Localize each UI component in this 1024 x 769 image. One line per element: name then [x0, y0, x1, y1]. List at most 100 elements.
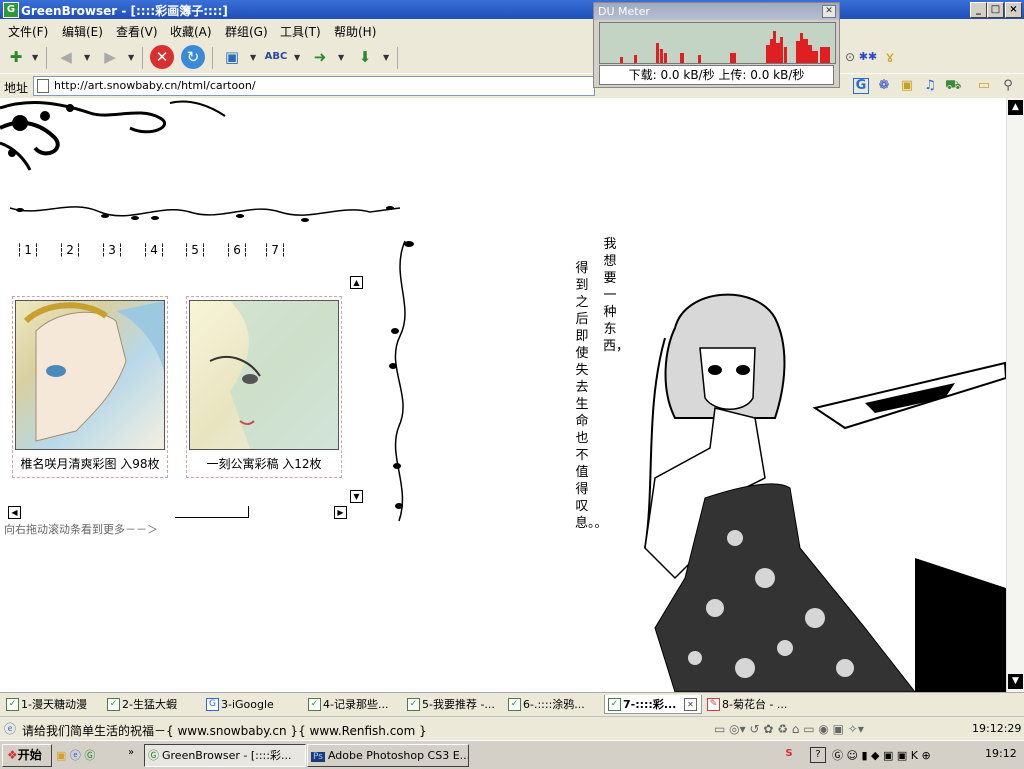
page-link-1[interactable]: ┆1┆ [16, 243, 41, 257]
go-icon[interactable]: ➜ [308, 45, 332, 69]
traffic-graph [620, 31, 830, 63]
minimize-button[interactable]: _ [970, 2, 987, 18]
new-tab-dropdown-icon[interactable]: ▼ [32, 53, 38, 62]
status-time: 19:12:29 [972, 722, 1022, 735]
cat-icon[interactable]: ɤ [878, 45, 902, 69]
tab-4[interactable]: ✓ 4-记录那些... [305, 695, 403, 714]
frame-scroll-up-button[interactable]: ▲ [350, 276, 363, 289]
tab-7-active[interactable]: ✓ 7-::::彩... ✕ [604, 695, 702, 714]
tab-bar: ✓ 1-漫天糖动漫 ✓ 2-生猛大蝦 G 3-iGoogle ✓ 4-记录那些... ✓… [0, 692, 1024, 717]
menu-view[interactable]: 查看(V) [116, 23, 158, 40]
windows-taskbar: ❖开始 ▣ ⓔ Ⓖ » Ⓖ GreenBrowser - [::::彩... Ps… [0, 740, 1024, 769]
page-link-6[interactable]: ┆6┆ [225, 243, 250, 257]
thumbnail-image-2[interactable] [189, 300, 339, 450]
scroll-hint-text: 向右拖动滚动条看到更多－－＞ [4, 523, 158, 536]
folder-quicklaunch-icon[interactable]: ▣ [56, 749, 66, 762]
frame-horizontal-scrollbar-thumb[interactable] [175, 506, 249, 518]
greenbrowser-quicklaunch-icon[interactable]: Ⓖ [84, 749, 95, 762]
vertical-scrollbar[interactable]: ▲ ▼ [1006, 98, 1024, 692]
address-url[interactable]: http://art.snowbaby.cn/html/cartoon/ [54, 79, 256, 92]
restore-button[interactable]: □ [987, 2, 1004, 18]
quick-launch-expand-icon[interactable]: » [128, 747, 134, 758]
stop-icon[interactable]: ✕ [150, 45, 174, 69]
menu-edit[interactable]: 编辑(E) [62, 23, 103, 40]
gallery-thumbnail-2[interactable]: 一刻公寓彩稿 入12枚 [186, 296, 342, 478]
du-meter-window[interactable]: DU Meter ✕ 下载: 0.0 kB/秒 上传: 0.0 kB/秒 [593, 2, 840, 88]
du-meter-graph [599, 22, 836, 64]
thumbnail-caption-1[interactable]: 椎名咲月清爽彩图 入98枚 [13, 455, 167, 472]
decorative-vertical-vine [389, 240, 414, 522]
menu-help[interactable]: 帮助(H) [334, 23, 376, 40]
frame-scroll-right-button[interactable]: ▶ [334, 506, 347, 519]
task-photoshop[interactable]: Ps Adobe Photoshop CS3 E... [307, 744, 469, 767]
forward-dropdown-icon[interactable]: ▼ [128, 53, 134, 62]
scroll-up-button[interactable]: ▲ [1008, 100, 1023, 115]
picture-icon[interactable]: ▣ [220, 45, 244, 69]
back-dropdown-icon[interactable]: ▼ [84, 53, 90, 62]
menu-bar: 文件(F) 编辑(E) 查看(V) 收藏(A) 群组(G) 工具(T) 帮助(H… [0, 19, 1024, 42]
download-icon[interactable]: ⬇ [353, 45, 377, 69]
greenbrowser-app-icon[interactable]: G [3, 2, 19, 18]
menu-favorites[interactable]: 收藏(A) [170, 23, 212, 40]
address-label: 地址 [4, 81, 29, 95]
cart-icon[interactable]: ⛟ [945, 78, 961, 94]
page-link-3[interactable]: ┆3┆ [100, 243, 125, 257]
decorative-swirl-corner [0, 100, 226, 171]
sogou-tray-icon[interactable]: S [782, 747, 796, 761]
tab-close-icon[interactable]: ✕ [684, 698, 697, 711]
menu-tools[interactable]: 工具(T) [280, 23, 321, 40]
tab-3[interactable]: G 3-iGoogle [203, 695, 301, 714]
google-icon[interactable]: G [853, 78, 869, 94]
gallery-thumbnail-1[interactable]: 椎名咲月清爽彩图 入98枚 [12, 296, 168, 478]
system-tray-icons[interactable]: Ⓖ ☺ ▮ ◆ ▣ ▣ K ⊕ [832, 747, 931, 763]
address-bar: 地址 http://art.snowbaby.cn/html/cartoon/ … [0, 73, 1024, 99]
search-icon[interactable]: ⚲ [1000, 78, 1016, 94]
task-greenbrowser[interactable]: Ⓖ GreenBrowser - [::::彩... [144, 744, 306, 767]
frame-scroll-down-button[interactable]: ▼ [350, 490, 363, 503]
address-input[interactable]: http://art.snowbaby.cn/html/cartoon/ [33, 76, 595, 96]
folder-icon[interactable]: ▭ [976, 78, 992, 94]
tab-check-icon: ✓ [6, 698, 19, 711]
photoshop-task-icon: Ps [311, 752, 325, 762]
picture-dropdown-icon[interactable]: ▼ [250, 53, 256, 62]
du-meter-close-icon[interactable]: ✕ [822, 5, 836, 18]
start-button[interactable]: ❖开始 [2, 744, 52, 767]
tab-6[interactable]: ✓ 6-.::::涂鸦... [505, 695, 603, 714]
music-icon[interactable]: ♫ [922, 78, 938, 94]
tab-8[interactable]: ✎ 8-菊花台 - ... [704, 695, 800, 714]
thumbnail-image-1[interactable] [15, 300, 165, 450]
close-button[interactable]: × [1005, 2, 1022, 18]
frame-scroll-left-button[interactable]: ◀ [8, 506, 21, 519]
back-arrow-icon[interactable]: ◀ [54, 45, 78, 69]
page-link-2[interactable]: ┆2┆ [58, 243, 83, 257]
toolbar-separator [212, 47, 213, 69]
tab-check-icon: ✓ [308, 698, 321, 711]
thumbnail-caption-2[interactable]: 一刻公寓彩稿 入12枚 [187, 455, 341, 472]
new-tab-icon[interactable]: ✚ [4, 45, 28, 69]
go-dropdown-icon[interactable]: ▼ [338, 53, 344, 62]
page-link-4[interactable]: ┆4┆ [142, 243, 167, 257]
menu-file[interactable]: 文件(F) [8, 23, 48, 40]
scroll-down-button[interactable]: ▼ [1008, 674, 1023, 689]
tab-tool-icon: ✎ [707, 698, 720, 711]
quick-launch-icons[interactable]: ▣ ⓔ Ⓖ [56, 747, 95, 763]
stars-icon[interactable]: ✱✱ [856, 45, 880, 69]
tab-2[interactable]: ✓ 2-生猛大蝦 [104, 695, 202, 714]
page-link-5[interactable]: ┆5┆ [183, 243, 208, 257]
download-traffic-bars [620, 31, 830, 63]
spell-dropdown-icon[interactable]: ▼ [294, 53, 300, 62]
download-dropdown-icon[interactable]: ▼ [383, 53, 389, 62]
menu-groups[interactable]: 群组(G) [225, 23, 268, 40]
ie-quicklaunch-icon[interactable]: ⓔ [70, 749, 81, 762]
tab-1[interactable]: ✓ 1-漫天糖动漫 [3, 695, 103, 714]
page-link-7[interactable]: ┆7┆ [263, 243, 288, 257]
refresh-icon[interactable]: ↻ [181, 45, 205, 69]
du-meter-titlebar[interactable]: DU Meter ✕ [594, 3, 839, 20]
spell-abc-icon[interactable]: ABC [264, 45, 288, 69]
baidu-paw-icon[interactable]: ❁ [876, 78, 892, 94]
help-tray-icon[interactable]: ? [810, 747, 826, 763]
status-tool-icons[interactable]: ▭ ◎▾ ↺ ✿ ♻ ⌂ ▭ ◉ ▣ ✧▾ [714, 722, 864, 736]
camera-icon[interactable]: ▣ [899, 78, 915, 94]
tab-5[interactable]: ✓ 5-我要推荐 -... [404, 695, 504, 714]
forward-arrow-icon[interactable]: ▶ [98, 45, 122, 69]
